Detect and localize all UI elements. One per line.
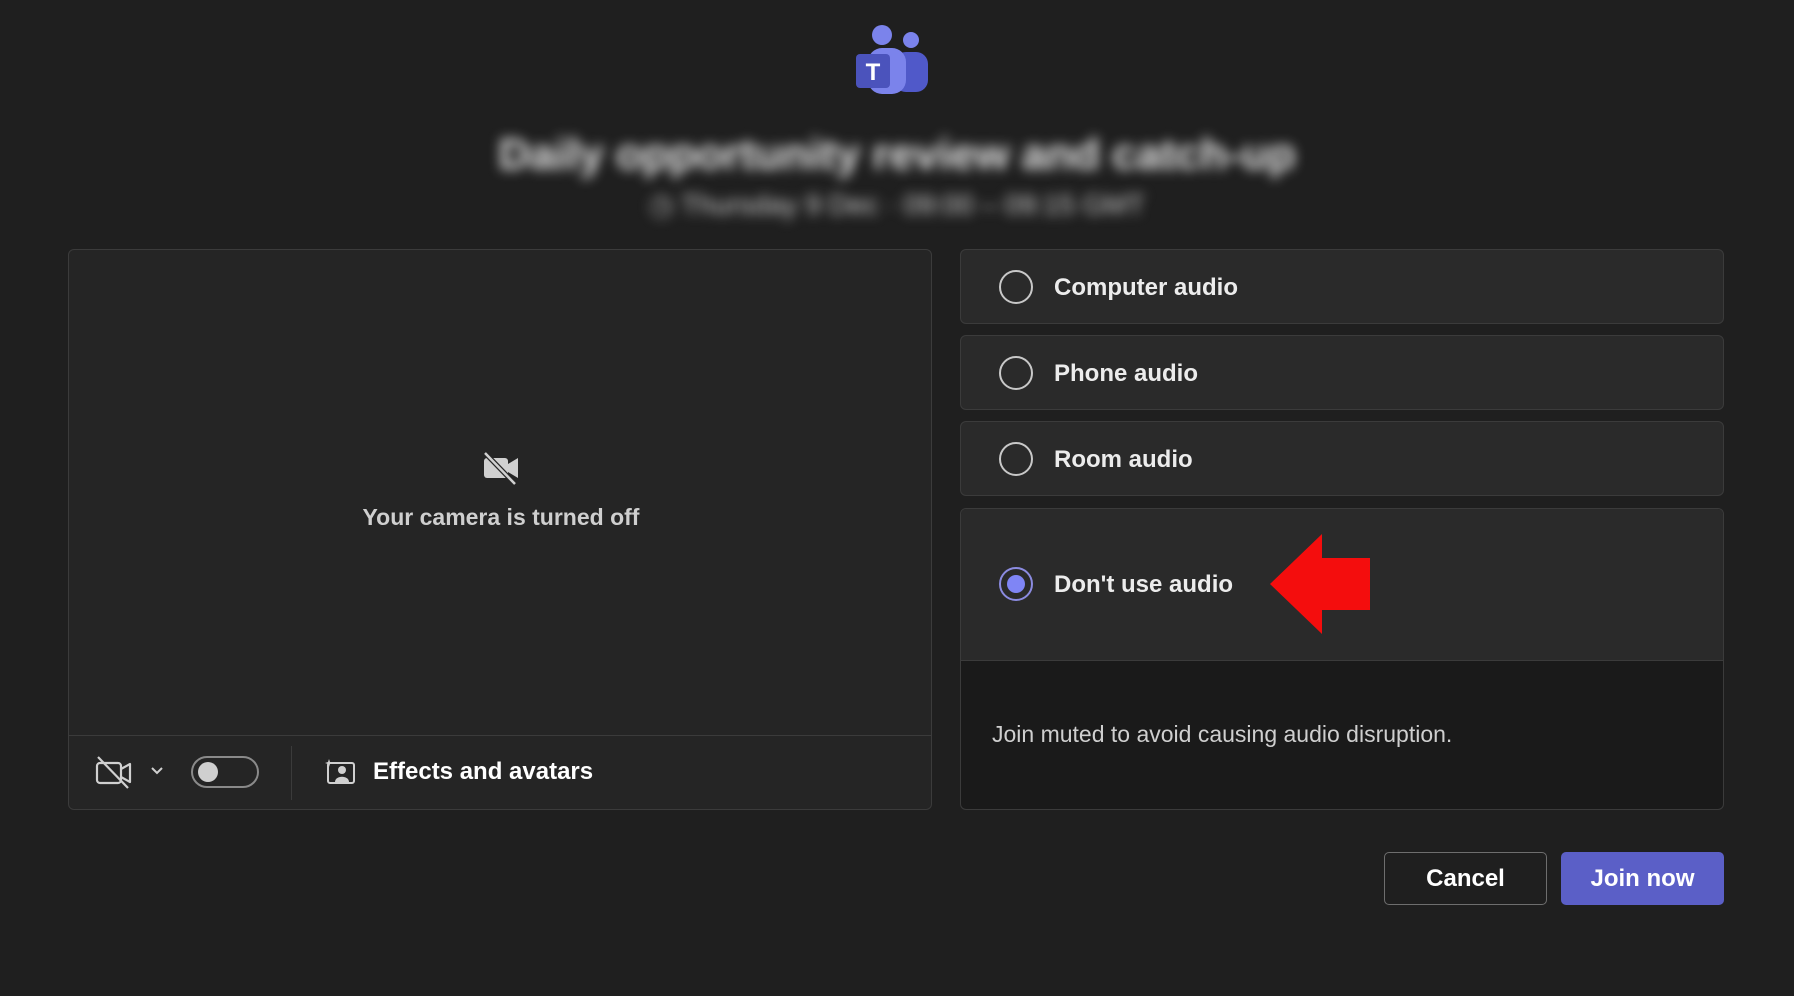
audio-option-description: Join muted to avoid causing audio disrup… bbox=[992, 721, 1453, 747]
audio-option-label: Computer audio bbox=[1054, 274, 1238, 301]
audio-option-label: Room audio bbox=[1054, 446, 1193, 473]
radio-phone-audio[interactable] bbox=[999, 356, 1033, 390]
radio-dont-use-audio[interactable] bbox=[999, 567, 1033, 601]
join-now-button[interactable]: Join now bbox=[1561, 852, 1724, 905]
audio-option-room[interactable]: Room audio bbox=[960, 421, 1724, 496]
camera-off-message: Your camera is turned off bbox=[362, 504, 640, 530]
cancel-button[interactable]: Cancel bbox=[1384, 852, 1547, 905]
audio-option-phone[interactable]: Phone audio bbox=[960, 335, 1724, 410]
video-off-icon bbox=[483, 451, 518, 486]
meeting-time: ◷ Thursday 9 Dec · 09:00 – 09:15 GMT bbox=[649, 189, 1145, 220]
chevron-down-icon[interactable] bbox=[150, 766, 164, 776]
effects-and-avatars-label: Effects and avatars bbox=[373, 758, 594, 785]
audio-option-label: Phone audio bbox=[1054, 360, 1198, 387]
audio-option-computer[interactable]: Computer audio bbox=[960, 249, 1724, 324]
toolbar-divider bbox=[291, 746, 292, 800]
camera-toggle-icon[interactable] bbox=[95, 754, 133, 790]
video-preview-panel: Your camera is turned off Effects and av… bbox=[68, 249, 932, 810]
preview-toolbar: Effects and avatars bbox=[69, 735, 931, 809]
video-preview-area: Your camera is turned off bbox=[69, 250, 931, 737]
meeting-title: Daily opportunity review and catch-up bbox=[498, 130, 1296, 179]
toggle-knob bbox=[198, 762, 218, 782]
radio-selected-dot bbox=[1007, 575, 1025, 593]
audio-option-label: Don't use audio bbox=[1054, 571, 1234, 598]
radio-room-audio[interactable] bbox=[999, 442, 1033, 476]
svg-text:T: T bbox=[866, 59, 881, 86]
annotation-arrow-icon bbox=[1270, 534, 1370, 634]
effects-and-avatars-button[interactable]: Effects and avatars bbox=[325, 750, 593, 794]
camera-toggle-switch[interactable] bbox=[191, 756, 259, 788]
effects-avatars-icon bbox=[325, 759, 355, 784]
teams-logo-icon: T bbox=[856, 25, 928, 94]
radio-computer-audio[interactable] bbox=[999, 270, 1033, 304]
